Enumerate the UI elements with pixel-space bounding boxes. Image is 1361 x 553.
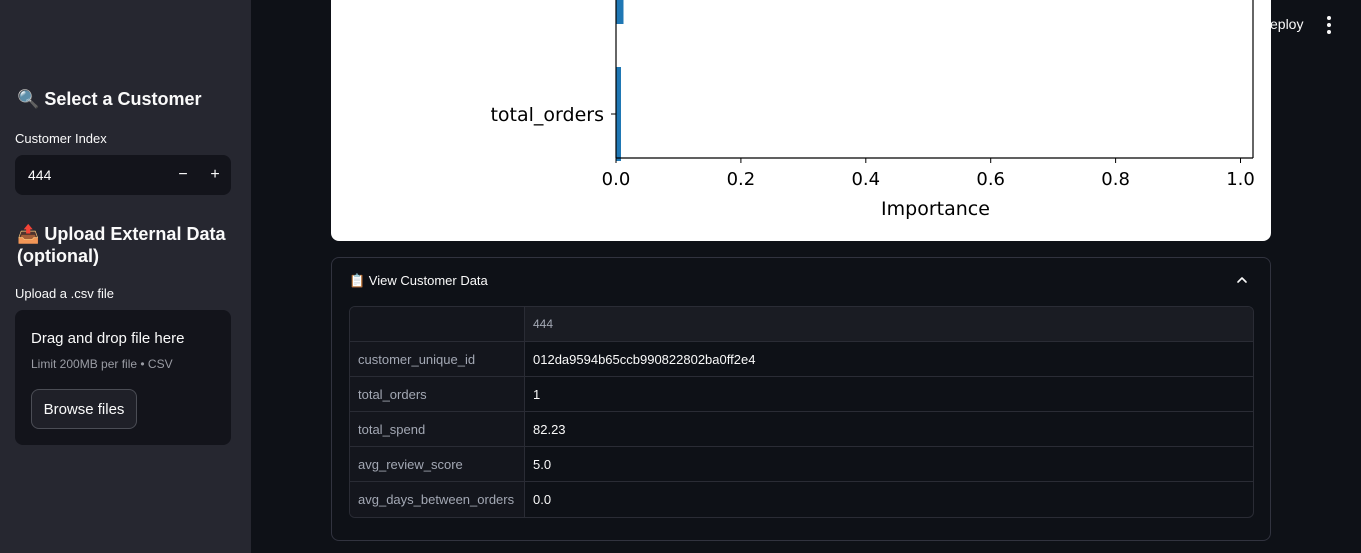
row-field-name: total_orders [350,377,525,412]
x-tick-label: 0.6 [976,169,1005,190]
x-tick-label: 1.0 [1226,169,1255,190]
customer-index-value[interactable]: 444 [15,167,167,183]
index-header-cell [350,307,525,342]
x-tick-label: 0.8 [1101,169,1130,190]
main-menu-icon[interactable] [1318,12,1340,38]
upload-heading-line1: 📤 Upload External Data [17,224,226,244]
row-field-value: 0.0 [533,492,552,507]
table-row: total_orders 1 [350,377,1253,412]
bar-avg_review_score [616,0,624,24]
browse-files-button[interactable]: Browse files [31,389,137,429]
expander-header[interactable]: 📋 View Customer Data [349,273,488,289]
chevron-up-icon[interactable] [1236,274,1248,286]
customer-index-label: Customer Index [15,131,107,146]
row-field-name: avg_days_between_orders [350,482,525,517]
row-field-name: avg_review_score [350,447,525,482]
row-field-name: customer_unique_id [350,342,525,377]
row-field-value: 5.0 [525,447,1253,482]
upload-heading-line2: (optional) [17,246,99,266]
expander-title: 📋 View Customer Data [349,273,488,288]
select-customer-heading: 🔍 Select a Customer [17,89,202,109]
customer-data-table: 444 customer_unique_id 012da9594b65ccb990… [349,306,1254,518]
column-header-cell: 444 [525,307,1253,342]
table-header-row: 444 [350,307,1253,342]
increment-button[interactable]: + [199,155,231,195]
table-row: total_spend 82.23 [350,412,1253,447]
upload-limit-text: Limit 200MB per file • CSV [31,357,173,371]
x-tick-label: 0.0 [602,169,631,190]
upload-label: Upload a .csv file [15,286,114,301]
deploy-button[interactable]: eploy [1270,16,1303,32]
drag-drop-text: Drag and drop file here [31,330,185,347]
decrement-button[interactable]: − [167,155,199,195]
x-tick-label: 0.2 [727,169,756,190]
row-field-value: 012da9594b65ccb990822802ba0ff2e4 [525,342,1253,377]
table-row: avg_review_score 5.0 [350,447,1253,482]
row-field-value: 1 [525,377,1253,412]
table-body: customer_unique_id 012da9594b65ccb9908228… [350,342,1253,517]
table-row: avg_days_between_orders 0.0 [350,482,1253,517]
row-field-name: total_spend [350,412,525,447]
chart-svg: avg_review_scoretotal_orders0.00.20.40.6… [490,0,1255,220]
file-uploader-dropzone[interactable]: Drag and drop file here Limit 200MB per … [15,310,231,445]
x-axis-label: Importance [881,198,990,220]
y-tick-label: total_orders [490,104,604,126]
customer-data-expander: 📋 View Customer Data 444 customer_unique… [331,257,1271,541]
customer-index-input[interactable]: 444 − + [15,155,231,195]
table-row: customer_unique_id 012da9594b65ccb9908228… [350,342,1253,377]
upload-heading: 📤 Upload External Data (optional) [17,223,225,267]
row-field-value: 82.23 [525,412,1253,447]
bar-total_orders [616,67,621,161]
sidebar: 🔍 Select a Customer Customer Index 444 −… [0,0,251,553]
x-tick-label: 0.4 [851,169,880,190]
feature-importance-chart: avg_review_scoretotal_orders0.00.20.40.6… [331,0,1271,241]
